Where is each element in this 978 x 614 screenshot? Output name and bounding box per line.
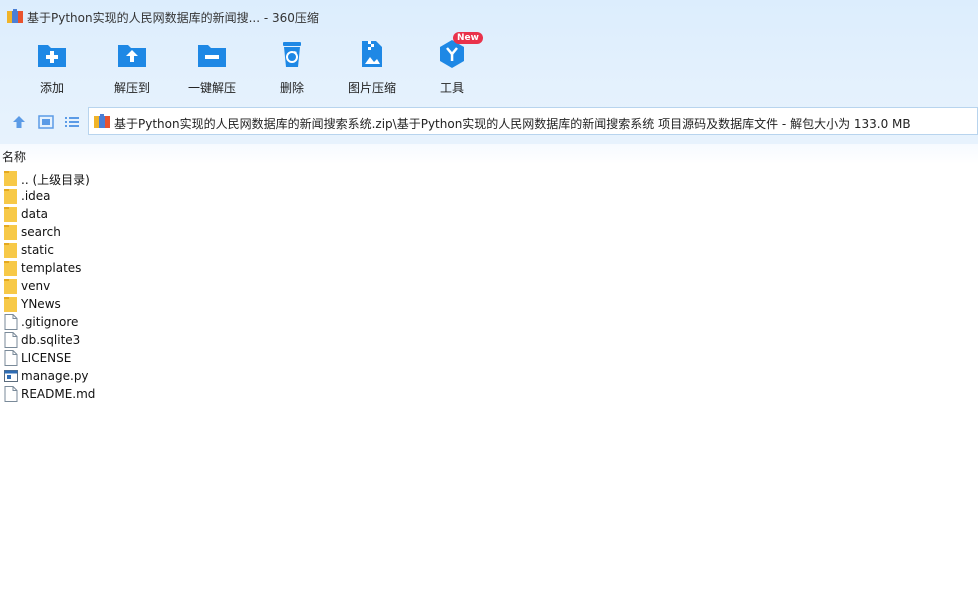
thumbnail-view-icon[interactable]: [38, 114, 54, 130]
list-item[interactable]: static: [0, 241, 978, 259]
folder-icon: [4, 243, 17, 258]
folder-icon: [4, 297, 17, 312]
window-title: 基于Python实现的人民网数据库的新闻搜... - 360压缩: [27, 11, 319, 25]
title-bar[interactable]: 基于Python实现的人民网数据库的新闻搜... - 360压缩: [0, 0, 978, 32]
list-item-name: README.md: [21, 387, 96, 401]
folder-icon: [4, 279, 17, 294]
list-item[interactable]: search: [0, 223, 978, 241]
list-item[interactable]: YNews: [0, 295, 978, 313]
add-label: 添加: [39, 81, 64, 95]
address-bar[interactable]: 基于Python实现的人民网数据库的新闻搜索系统.zip\基于Python实现的…: [88, 107, 978, 135]
one-click-extract-button[interactable]: 一键解压: [172, 36, 252, 98]
new-badge: New: [453, 32, 483, 44]
file-icon: [4, 350, 18, 366]
folder-icon: [4, 189, 17, 204]
python-file-icon: [4, 370, 18, 382]
list-item-name: .gitignore: [21, 315, 79, 329]
list-item-name: venv: [21, 279, 51, 293]
main-toolbar: 添加 解压到 一键解压 删除 图片压缩 工具: [0, 36, 978, 98]
one-click-extract-label: 一键解压: [187, 81, 236, 95]
list-item[interactable]: .. (上级目录): [0, 169, 978, 187]
tools-label: 工具: [439, 81, 464, 95]
one-click-extract-icon: [198, 45, 226, 67]
list-item-name: .idea: [21, 189, 51, 203]
list-item-name: db.sqlite3: [21, 333, 81, 347]
extract-to-label: 解压到: [113, 81, 150, 95]
zip-archive-icon: [94, 114, 110, 128]
extract-to-icon: [118, 45, 146, 67]
list-item[interactable]: .gitignore: [0, 313, 978, 331]
list-item-name: LICENSE: [21, 351, 72, 365]
list-item[interactable]: db.sqlite3: [0, 331, 978, 349]
image-compress-icon: [362, 41, 382, 67]
add-button[interactable]: 添加: [12, 36, 92, 98]
file-icon: [4, 386, 18, 402]
delete-button[interactable]: 删除: [252, 36, 332, 98]
file-list: .. (上级目录) .idea data search static templ…: [0, 169, 978, 403]
delete-label: 删除: [279, 81, 304, 95]
address-path: 基于Python实现的人民网数据库的新闻搜索系统.zip\基于Python实现的…: [114, 117, 911, 131]
file-icon: [4, 332, 18, 348]
add-folder-icon: [38, 45, 66, 67]
file-icon: [4, 314, 18, 330]
list-item-name: .. (上级目录): [21, 173, 90, 187]
column-header-name[interactable]: 名称: [0, 144, 978, 164]
archive-app-icon: [7, 9, 23, 23]
tools-button[interactable]: 工具: [412, 36, 492, 98]
list-item[interactable]: manage.py: [0, 367, 978, 385]
list-item-name: static: [21, 243, 54, 257]
folder-icon: [4, 171, 17, 186]
extract-to-button[interactable]: 解压到: [92, 36, 172, 98]
list-item-name: templates: [21, 261, 82, 275]
image-compress-button[interactable]: 图片压缩: [332, 36, 412, 98]
list-view-icon[interactable]: [64, 114, 80, 130]
list-item-name: manage.py: [21, 369, 89, 383]
list-item[interactable]: data: [0, 205, 978, 223]
list-item-name: search: [21, 225, 61, 239]
list-item[interactable]: LICENSE: [0, 349, 978, 367]
list-item[interactable]: templates: [0, 259, 978, 277]
recycle-bin-icon: [283, 42, 301, 67]
list-item[interactable]: venv: [0, 277, 978, 295]
list-item[interactable]: README.md: [0, 385, 978, 403]
folder-icon: [4, 261, 17, 276]
folder-icon: [4, 225, 17, 240]
list-item-name: YNews: [21, 297, 61, 311]
folder-icon: [4, 207, 17, 222]
list-item[interactable]: .idea: [0, 187, 978, 205]
column-name-label: 名称: [2, 150, 27, 164]
image-compress-label: 图片压缩: [347, 81, 396, 95]
up-arrow-icon[interactable]: [11, 114, 27, 130]
list-item-name: data: [21, 207, 49, 221]
